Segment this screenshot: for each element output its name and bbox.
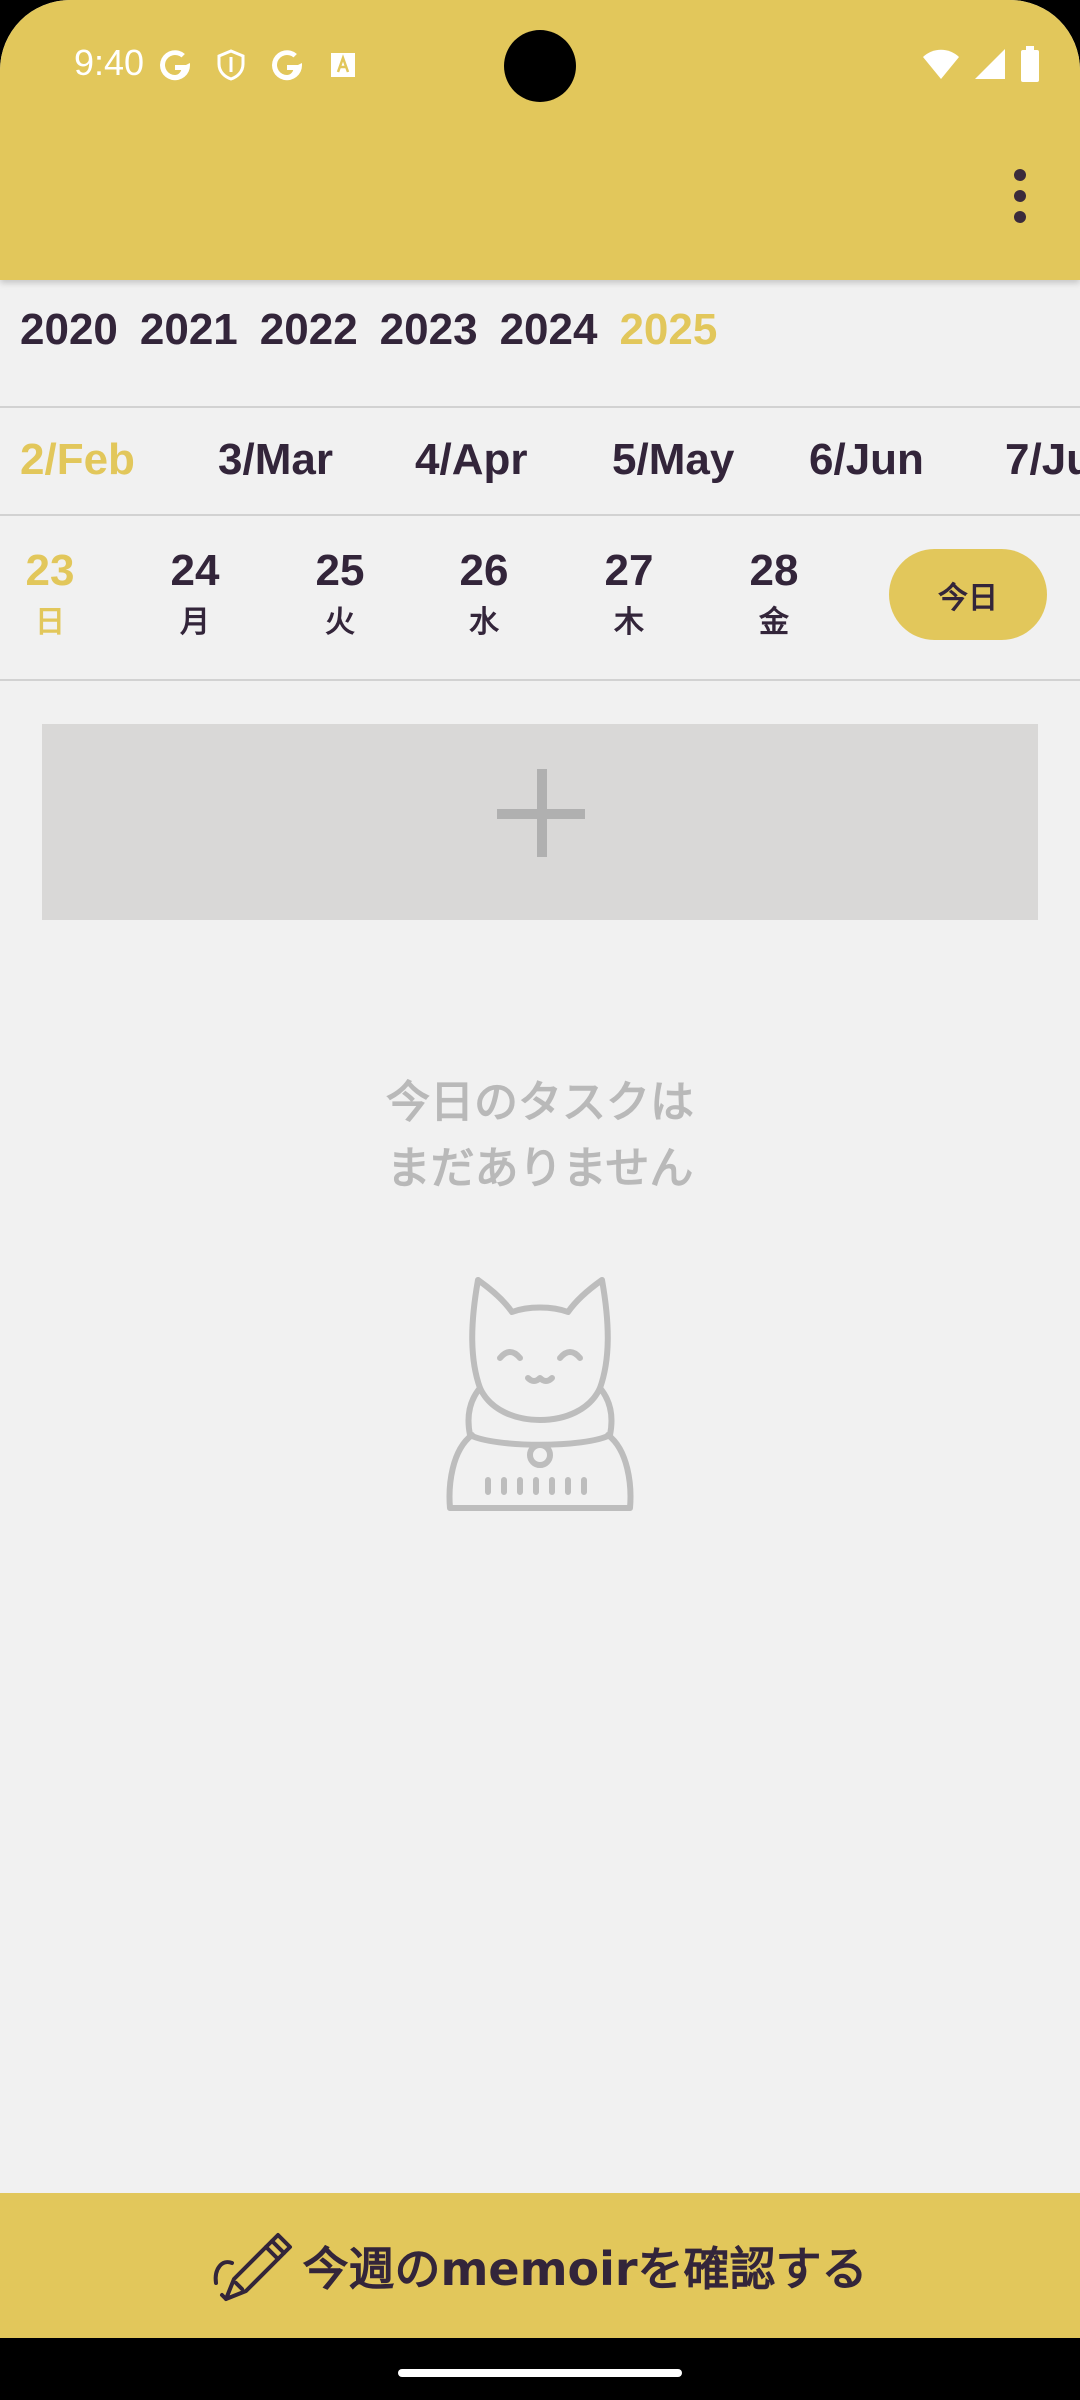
year-item[interactable]: 2024	[500, 305, 598, 355]
front-camera	[504, 30, 576, 102]
day-number: 23	[25, 546, 75, 595]
year-item[interactable]: 2022	[260, 305, 358, 355]
empty-state-line: 今日のタスクは	[386, 1077, 694, 1128]
google-icon	[270, 48, 304, 82]
weekly-memoir-label: 今週のmemoirを確認する	[302, 2241, 868, 2296]
month-item[interactable]: 3/Mar	[218, 435, 333, 485]
wifi-icon	[922, 48, 960, 84]
year-item[interactable]: 2021	[140, 305, 238, 355]
year-item[interactable]: 2023	[380, 305, 478, 355]
month-item[interactable]: 6/Jun	[809, 435, 924, 485]
divider	[0, 406, 1080, 408]
day-weekday: 水	[469, 605, 499, 640]
day-weekday: 火	[325, 605, 355, 640]
day-item-selected[interactable]: 23 日	[5, 545, 95, 643]
app-screen: 9:40 2020 2021 2022 2023 2024 2025 2/Feb…	[0, 0, 1080, 2400]
status-time: 9:40	[74, 42, 145, 83]
day-weekday: 日	[35, 605, 65, 640]
year-selector: 2020 2021 2022 2023 2024 2025	[20, 305, 739, 355]
day-weekday: 木	[614, 605, 644, 640]
pen-icon	[212, 2229, 296, 2303]
day-number: 26	[459, 546, 509, 595]
weekly-memoir-button[interactable]: 今週のmemoirを確認する	[0, 2193, 1080, 2338]
empty-state-message: 今日のタスクは まだありません	[340, 1070, 740, 1190]
google-icon	[158, 48, 192, 82]
home-indicator[interactable]	[398, 2369, 682, 2377]
signal-icon	[974, 48, 1006, 84]
month-item-selected[interactable]: 2/Feb	[20, 435, 135, 485]
month-item[interactable]: 4/Apr	[415, 435, 527, 485]
plus-icon	[497, 769, 585, 857]
day-item[interactable]: 26 水	[439, 545, 529, 643]
day-weekday: 金	[759, 605, 789, 640]
month-item[interactable]: 7/Ju	[1005, 435, 1080, 485]
app-bar: 9:40	[0, 0, 1080, 280]
day-item[interactable]: 27 木	[584, 545, 674, 643]
month-selector: 2/Feb 3/Mar 4/Apr 5/May 6/Jun 7/Ju	[20, 435, 1080, 495]
battery-icon	[1020, 46, 1040, 86]
day-item[interactable]: 28 金	[729, 545, 819, 643]
divider	[0, 679, 1080, 681]
day-weekday: 月	[180, 605, 210, 640]
empty-state-line: まだありません	[386, 1143, 694, 1190]
translate-icon	[326, 48, 360, 82]
year-item-selected[interactable]: 2025	[619, 305, 717, 355]
status-bar: 9:40	[0, 0, 1080, 130]
day-number: 24	[170, 546, 220, 595]
add-task-button[interactable]	[42, 724, 1038, 920]
lucky-cat-icon	[440, 1270, 640, 1515]
day-item[interactable]: 24 月	[150, 545, 240, 643]
more-vert-icon[interactable]	[1000, 165, 1040, 225]
day-number: 28	[749, 546, 799, 595]
month-item[interactable]: 5/May	[612, 435, 734, 485]
day-number: 27	[604, 546, 654, 595]
day-item[interactable]: 25 火	[295, 545, 385, 643]
shield-icon	[214, 48, 248, 82]
year-item[interactable]: 2020	[20, 305, 118, 355]
day-number: 25	[315, 546, 365, 595]
today-button[interactable]: 今日	[889, 549, 1047, 640]
divider	[0, 514, 1080, 516]
